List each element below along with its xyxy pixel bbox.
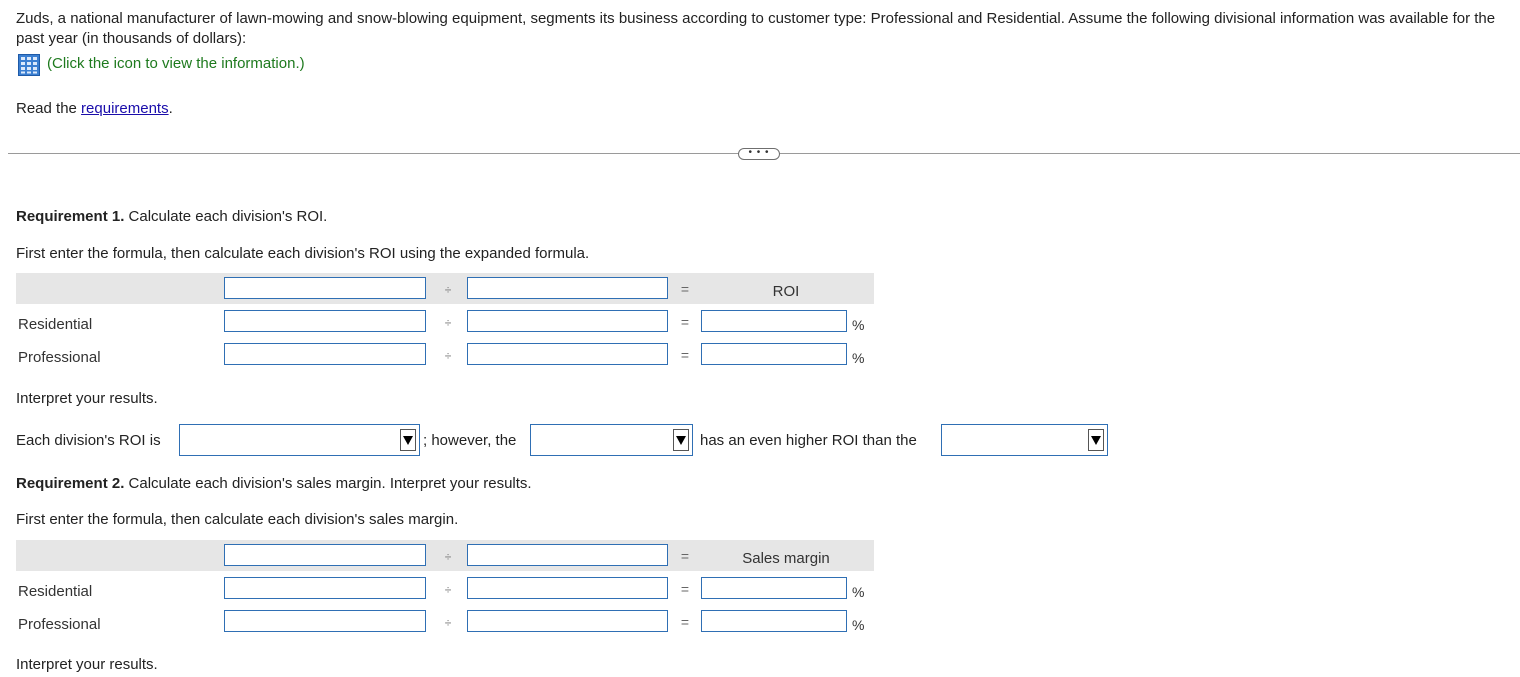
sales-margin-row-residential-label: Residential: [18, 583, 93, 600]
requirements-link[interactable]: requirements: [81, 100, 169, 117]
equals-sign: =: [680, 314, 690, 330]
read-suffix: .: [168, 100, 173, 117]
data-table-icon[interactable]: [18, 54, 40, 76]
roi-residential-denominator-input[interactable]: [467, 310, 668, 332]
roi-professional-numerator-input[interactable]: [224, 343, 426, 365]
sales-margin-residential-result-input[interactable]: [701, 577, 847, 599]
roi-column-header: ROI: [772, 283, 800, 300]
roi-professional-denominator-input[interactable]: [467, 343, 668, 365]
chevron-down-icon[interactable]: [400, 429, 416, 451]
chevron-down-icon[interactable]: [673, 429, 689, 451]
lower-division-dropdown[interactable]: [941, 424, 1108, 456]
divide-sign: ÷: [444, 550, 452, 564]
read-requirements-line: Read the requirements.: [16, 100, 173, 117]
requirement-2-instruction: First enter the formula, then calculate …: [16, 511, 459, 528]
higher-division-dropdown[interactable]: [530, 424, 693, 456]
requirement-1-instruction: First enter the formula, then calculate …: [16, 245, 590, 262]
sales-margin-professional-result-input[interactable]: [701, 610, 847, 632]
requirement-2-label: Requirement 2.: [16, 475, 125, 492]
sales-margin-professional-numerator-input[interactable]: [224, 610, 426, 632]
requirement-2-heading: Requirement 2. Calculate each division's…: [16, 475, 532, 492]
roi-row-professional-label: Professional: [18, 349, 101, 366]
divide-sign: ÷: [444, 349, 452, 363]
interpret-sentence-part2: ; however, the: [423, 432, 517, 449]
percent-sign: %: [852, 317, 865, 333]
sales-margin-professional-denominator-input[interactable]: [467, 610, 668, 632]
read-prefix: Read the: [16, 100, 82, 117]
equals-sign: =: [680, 548, 690, 564]
sales-margin-residential-denominator-input[interactable]: [467, 577, 668, 599]
divide-sign: ÷: [444, 283, 452, 297]
chevron-down-icon[interactable]: [1088, 429, 1104, 451]
expand-more-button[interactable]: • • •: [738, 148, 780, 160]
sales-margin-row-professional-label: Professional: [18, 616, 101, 633]
sales-margin-formula-numerator-input[interactable]: [224, 544, 426, 566]
sales-margin-formula-denominator-input[interactable]: [467, 544, 668, 566]
requirement-1-heading: Requirement 1. Calculate each division's…: [16, 208, 327, 225]
sales-margin-column-header: Sales margin: [742, 550, 830, 567]
percent-sign: %: [852, 617, 865, 633]
interpret-results-label: Interpret your results.: [16, 390, 158, 407]
interpret-sentence-part3: has an even higher ROI than the: [700, 432, 917, 449]
roi-row-residential-label: Residential: [18, 316, 93, 333]
interpret-sentence-part1: Each division's ROI is: [16, 432, 161, 449]
divide-sign: ÷: [444, 583, 452, 597]
requirement-1-label: Requirement 1.: [16, 208, 125, 225]
requirement-2-text: Calculate each division's sales margin. …: [124, 475, 532, 492]
interpret-results-label-2: Interpret your results.: [16, 656, 158, 673]
problem-intro: Zuds, a national manufacturer of lawn-mo…: [16, 10, 1496, 47]
equals-sign: =: [680, 581, 690, 597]
icon-hint-text[interactable]: (Click the icon to view the information.…: [47, 55, 305, 72]
roi-professional-result-input[interactable]: [701, 343, 847, 365]
percent-sign: %: [852, 350, 865, 366]
roi-residential-numerator-input[interactable]: [224, 310, 426, 332]
equals-sign: =: [680, 281, 690, 297]
divide-sign: ÷: [444, 316, 452, 330]
percent-sign: %: [852, 584, 865, 600]
roi-comparison-dropdown[interactable]: [179, 424, 420, 456]
roi-formula-numerator-input[interactable]: [224, 277, 426, 299]
sales-margin-residential-numerator-input[interactable]: [224, 577, 426, 599]
equals-sign: =: [680, 614, 690, 630]
requirement-1-text: Calculate each division's ROI.: [124, 208, 328, 225]
roi-formula-denominator-input[interactable]: [467, 277, 668, 299]
divide-sign: ÷: [444, 616, 452, 630]
roi-residential-result-input[interactable]: [701, 310, 847, 332]
equals-sign: =: [680, 347, 690, 363]
